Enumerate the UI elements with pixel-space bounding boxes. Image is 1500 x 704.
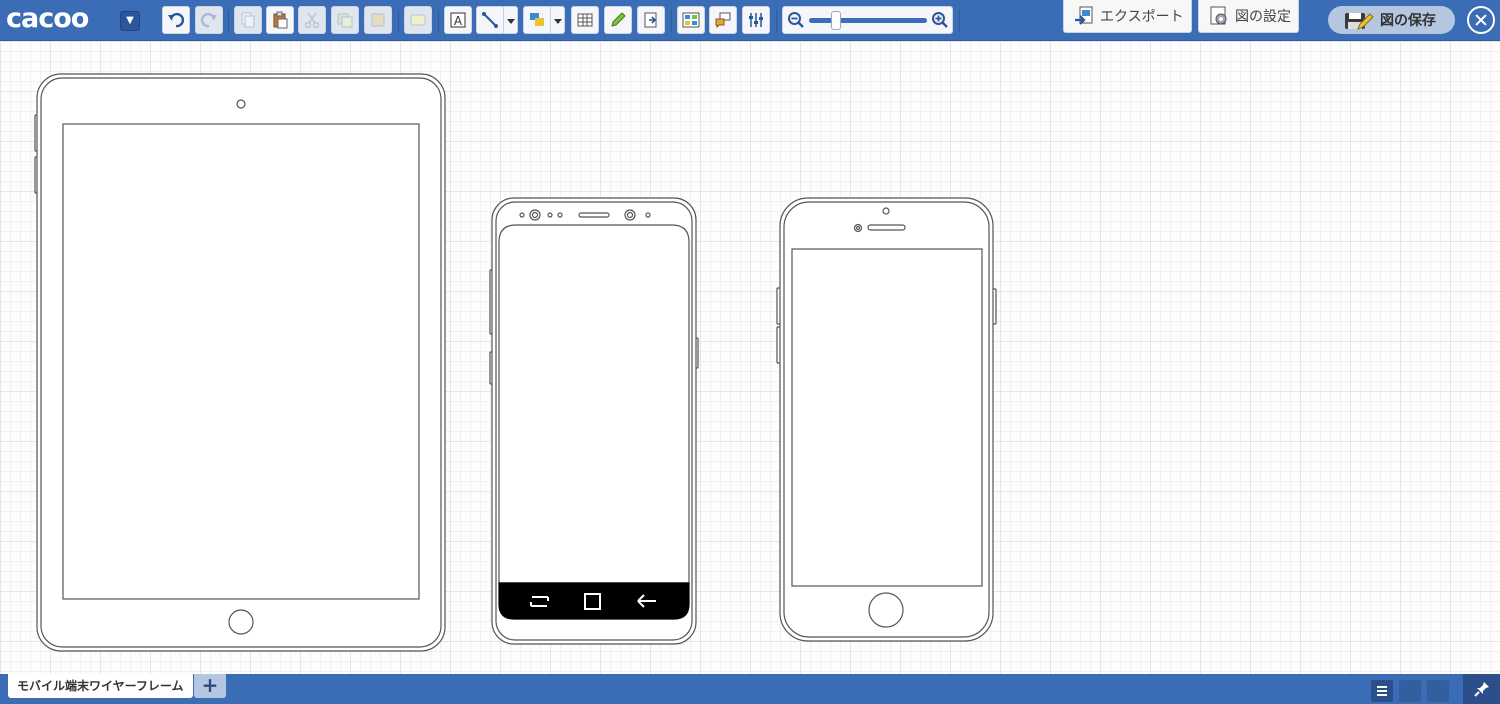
panel-toggle-button[interactable] [1399, 680, 1421, 702]
zoom-control [782, 6, 953, 34]
iphone-wireframe[interactable] [776, 197, 997, 642]
panel-toggle-button-2[interactable] [1427, 680, 1449, 702]
zoom-in-icon[interactable] [931, 11, 949, 29]
add-sheet-button[interactable]: + [194, 674, 226, 698]
zoom-slider-handle[interactable] [830, 11, 841, 30]
stencil-tool-button[interactable] [523, 6, 551, 34]
top-toolbar: cacoo ▼ A エクスポート 図の設定 図の保存 [0, 0, 1500, 41]
shape-button[interactable] [404, 6, 432, 34]
zoom-slider-track[interactable] [809, 18, 927, 23]
svg-text:A: A [454, 14, 463, 28]
shape-icon [410, 14, 426, 26]
sheet-bar: モバイル端末ワイヤーフレーム + [0, 674, 1500, 704]
zoom-out-icon[interactable] [787, 11, 805, 29]
image-button[interactable] [677, 6, 705, 34]
text-icon: A [450, 12, 466, 28]
align-button[interactable] [742, 6, 770, 34]
android-phone-wireframe[interactable] [489, 197, 699, 645]
import-button[interactable] [637, 6, 665, 34]
cut-icon [304, 12, 320, 29]
paste-format-icon [371, 13, 385, 27]
connector-dropdown[interactable] [504, 6, 518, 34]
comment-icon [715, 12, 731, 29]
sheet-list-icon[interactable] [1371, 680, 1393, 702]
import-icon [644, 12, 657, 28]
save-icon [1345, 13, 1374, 30]
pen-tool-button[interactable] [604, 6, 632, 34]
export-label: エクスポート [1100, 9, 1184, 25]
comment-button[interactable] [709, 6, 737, 34]
text-tool-button[interactable]: A [444, 6, 472, 34]
stencil-dropdown[interactable] [551, 6, 565, 34]
duplicate-icon [337, 13, 353, 28]
sheet-tab[interactable]: モバイル端末ワイヤーフレーム [8, 674, 193, 698]
redo-icon [200, 12, 217, 28]
paste-icon [273, 11, 288, 29]
save-diagram-button[interactable]: 図の保存 [1328, 6, 1455, 34]
cacoo-logo: cacoo [6, 3, 89, 34]
paste-button[interactable] [266, 6, 294, 34]
diagram-settings-label: 図の設定 [1235, 9, 1291, 25]
redo-button[interactable] [195, 6, 223, 34]
table-tool-button[interactable] [571, 6, 599, 34]
export-button[interactable]: エクスポート [1063, 0, 1192, 33]
image-icon [682, 12, 700, 28]
stencil-icon [530, 13, 544, 26]
pin-icon [1473, 682, 1489, 697]
app-menu-button[interactable]: ▼ [120, 11, 140, 31]
tablet-wireframe[interactable] [34, 73, 446, 652]
save-diagram-label: 図の保存 [1380, 13, 1436, 29]
settings-icon [1210, 6, 1227, 25]
connector-tool-button[interactable] [476, 6, 504, 34]
diagram-settings-button[interactable]: 図の設定 [1198, 0, 1299, 33]
duplicate-button[interactable] [331, 6, 359, 34]
copy-icon [241, 12, 255, 28]
copy-button[interactable] [234, 6, 262, 34]
pin-panel-button[interactable] [1463, 674, 1500, 704]
table-icon [577, 13, 593, 27]
pen-icon [611, 12, 626, 27]
canvas-shapes [34, 73, 997, 652]
cut-button[interactable] [298, 6, 326, 34]
drawing-canvas[interactable] [0, 41, 1500, 674]
close-editor-button[interactable] [1467, 6, 1495, 34]
paste-format-button[interactable] [364, 6, 392, 34]
export-icon [1075, 6, 1093, 25]
undo-button[interactable] [162, 6, 190, 34]
connector-icon [482, 12, 498, 28]
align-icon [749, 13, 763, 27]
undo-icon [168, 12, 185, 28]
